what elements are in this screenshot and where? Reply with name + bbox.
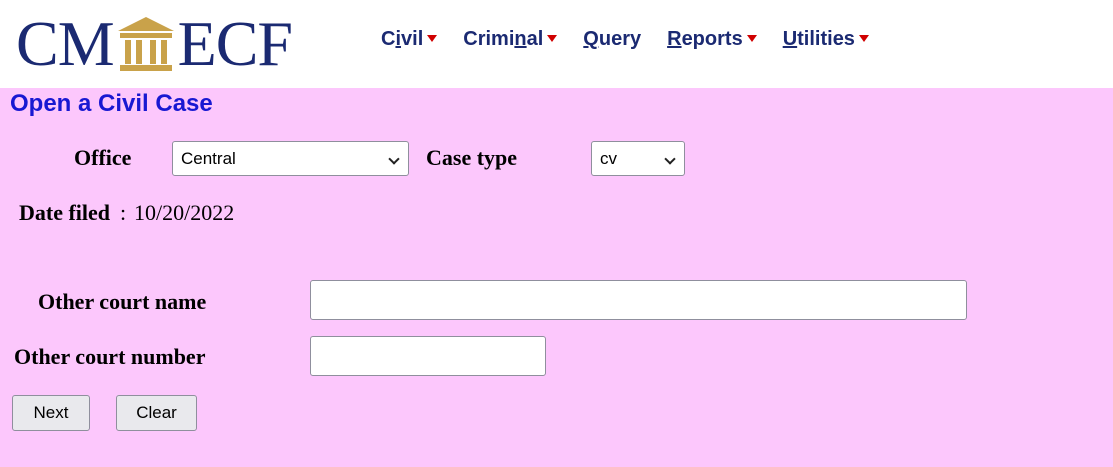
other-court-number-label: Other court number [14,344,206,369]
dropdown-caret-icon [858,35,869,43]
menu-utilities[interactable]: Utilities [783,28,869,51]
top-bar: CM ECF Civil Criminal Query Reports Util… [0,0,1113,88]
logo-right-text: ECF [177,8,293,79]
logo-left-text: CM [16,8,115,79]
case-type-label: Case type [426,145,518,170]
date-filed-value: 10/20/2022 [134,200,235,225]
case-type-select[interactable]: cv [591,141,685,176]
dropdown-caret-icon [746,35,757,43]
menu-criminal[interactable]: Criminal [463,28,558,51]
chevron-down-icon [664,153,676,165]
page-title: Open a Civil Case [10,90,213,117]
office-select-value: Central [181,149,236,168]
menu-civil[interactable]: Civil [381,28,438,51]
main-content: Open a Civil Case Office Central Case ty… [0,88,1113,467]
date-filed-label: Date filed [19,200,111,225]
dropdown-caret-icon [427,35,438,43]
office-label: Office [74,145,132,170]
next-button[interactable]: Next [12,395,90,431]
main-menu: Civil Criminal Query Reports Utilities [381,28,895,51]
other-court-name-input[interactable] [310,280,967,320]
date-filed-colon: : [120,200,127,225]
case-type-select-value: cv [600,149,617,168]
menu-reports[interactable]: Reports [667,28,757,51]
other-court-number-input[interactable] [310,336,546,376]
office-select[interactable]: Central [172,141,409,176]
cmecf-logo[interactable]: CM ECF [16,0,293,88]
dropdown-caret-icon [547,35,558,43]
courthouse-icon [117,17,174,71]
other-court-name-label: Other court name [38,289,207,314]
menu-query[interactable]: Query [583,28,641,51]
clear-button[interactable]: Clear [116,395,197,431]
chevron-down-icon [388,153,400,165]
